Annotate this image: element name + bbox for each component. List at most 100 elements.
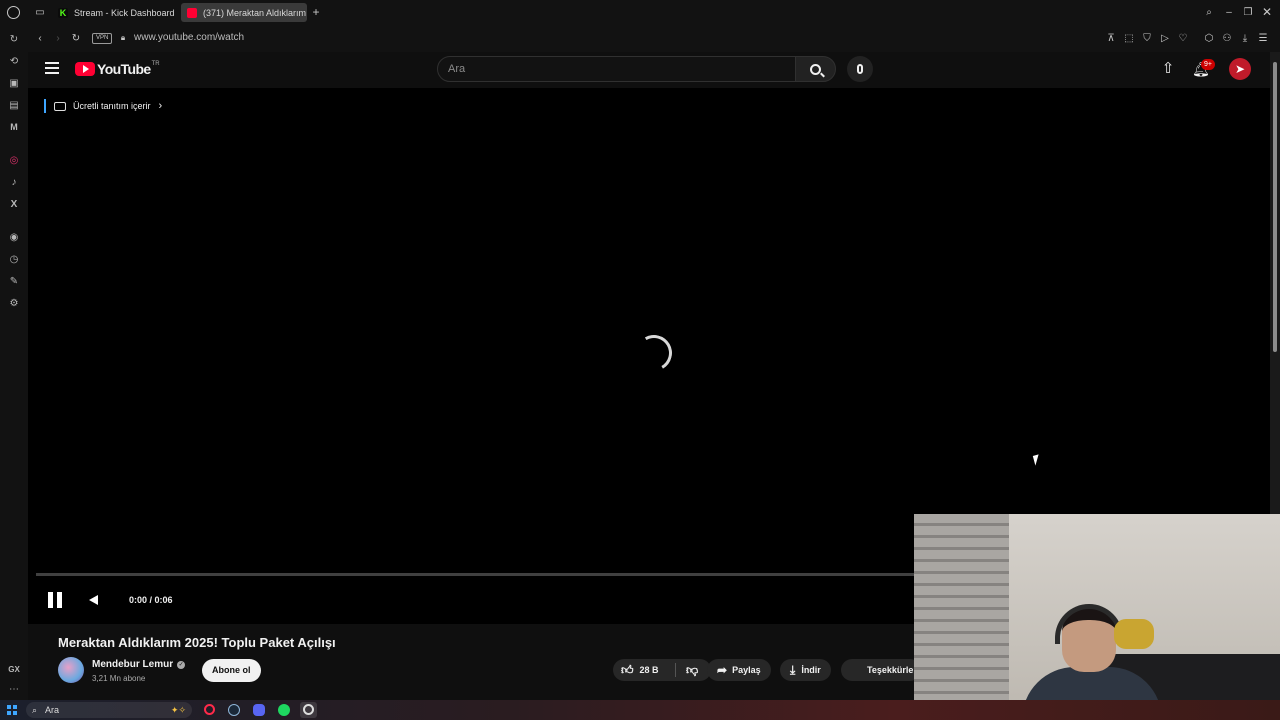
create-upload-icon[interactable]: ⇧	[1160, 61, 1176, 77]
news-icon[interactable]: ▤	[7, 98, 21, 112]
webcam-blinds	[914, 514, 1009, 720]
settings-gear-icon[interactable]: ⚙	[7, 296, 21, 310]
youtube-logo[interactable]: YouTube TR	[75, 61, 160, 77]
discord-taskbar-icon[interactable]	[253, 704, 265, 716]
tab-label: (371) Meraktan Aldıklarım	[203, 7, 307, 18]
download-label: İndir	[801, 665, 821, 675]
opera-gx-taskbar-icon[interactable]	[204, 704, 215, 715]
webcam-overlay	[914, 514, 1280, 720]
url-field[interactable]: www.youtube.com/watch	[134, 32, 244, 43]
share-label: Paylaş	[732, 665, 761, 675]
easy-setup-menu-icon[interactable]: ☰	[1257, 32, 1269, 44]
like-button[interactable]: 👍︎ 28 B	[613, 663, 675, 678]
player-bar-icon[interactable]: ▷	[1159, 32, 1171, 44]
time-display: 0:00 / 0:06	[129, 595, 173, 605]
channel-name-text: Mendebur Lemur	[92, 659, 174, 670]
heart-icon[interactable]: ♡	[1177, 32, 1189, 44]
search-icon	[810, 63, 825, 77]
taskbar-search-box[interactable]: ⌕ Ara ✦✧	[26, 702, 192, 718]
loading-spinner-icon	[631, 330, 677, 376]
dislike-button[interactable]: 👎︎	[676, 663, 698, 678]
youtube-region-code: TR	[151, 61, 160, 67]
minimize-icon[interactable]: –	[1223, 6, 1235, 18]
bookmark-pin-icon[interactable]: ⊼	[1105, 32, 1117, 44]
thumbs-up-icon: 👍︎	[621, 662, 634, 677]
thumbs-down-icon: 👎︎	[686, 662, 699, 677]
thanks-label: Teşekkürler	[867, 665, 917, 675]
copilot-sparkle-icon: ✦✧	[170, 704, 186, 715]
search-placeholder: Ara	[448, 63, 466, 75]
opera-logo-icon[interactable]	[7, 6, 20, 19]
youtube-logo-text: YouTube	[97, 61, 151, 77]
notification-count-badge: 9+	[1201, 59, 1215, 70]
mouse-cursor-icon	[1032, 454, 1042, 466]
scrollbar-thumb[interactable]	[1273, 62, 1277, 352]
download-icon[interactable]: ⤓	[1239, 32, 1251, 44]
reload-icon[interactable]: ↻	[70, 32, 82, 44]
download-button[interactable]: ⤓ İndir	[780, 659, 831, 681]
x-twitter-icon[interactable]: X	[7, 197, 21, 211]
tab-label: Stream - Kick Dashboard	[74, 7, 175, 18]
more-dots-icon[interactable]: ⋯	[7, 682, 21, 696]
spotify-taskbar-icon[interactable]	[278, 704, 290, 716]
forward-arrow-icon[interactable]: ›	[52, 32, 64, 44]
browser-tab-bar: ▭ K Stream - Kick Dashboard (371) Merakt…	[0, 0, 1280, 25]
shield-icon[interactable]: ⛉	[1141, 32, 1153, 44]
channel-name[interactable]: Mendebur Lemur ✓	[92, 659, 186, 670]
tab-workspace-icon[interactable]: ▭	[34, 6, 46, 18]
instagram-icon[interactable]: ◎	[7, 153, 21, 167]
taskbar-search-placeholder: Ara	[45, 705, 60, 715]
youtube-favicon-icon	[187, 7, 197, 18]
verified-check-icon: ✓	[177, 660, 186, 669]
volume-button[interactable]	[89, 593, 103, 607]
thanks-button[interactable]: Teşekkürler	[841, 659, 921, 681]
new-tab-plus-icon[interactable]: +	[310, 5, 322, 19]
steam-taskbar-icon[interactable]	[228, 704, 240, 716]
extensions-icon[interactable]: ✎	[7, 274, 21, 288]
paid-promotion-notice[interactable]: Ücretli tanıtım içerir ›	[44, 99, 162, 113]
gx-label[interactable]: GX	[7, 662, 21, 676]
like-count: 28 B	[639, 665, 659, 675]
obs-taskbar-icon[interactable]	[300, 702, 317, 718]
video-title: Meraktan Aldıklarım 2025! Toplu Paket Aç…	[58, 635, 336, 650]
microphone-icon	[857, 64, 863, 74]
tiktok-icon[interactable]: ♪	[7, 175, 21, 189]
share-button[interactable]: ➦ Paylaş	[707, 659, 771, 681]
subscribe-button[interactable]: Abone ol	[202, 659, 261, 682]
promo-box-icon	[54, 101, 66, 111]
browser-sidebar: ↻ ⟲ ▣ ▤ M ◎ ♪ X ◉ ◷ ✎ ⚙ GX ⋯	[0, 25, 28, 700]
channel-avatar[interactable]	[58, 657, 84, 683]
profile-icon[interactable]: ⚇	[1221, 32, 1233, 44]
voice-search-button[interactable]	[847, 56, 873, 82]
refresh-sync-icon[interactable]: ↻	[7, 32, 21, 46]
lock-icon[interactable]: 🔒︎	[117, 32, 129, 44]
restore-icon[interactable]: ❐	[1242, 6, 1254, 18]
tab-kick-dashboard[interactable]: K Stream - Kick Dashboard	[52, 3, 176, 22]
snapshot-icon[interactable]: ⬚	[1123, 32, 1135, 44]
pause-icon	[48, 592, 53, 608]
messenger-m-icon[interactable]: M	[7, 120, 21, 134]
tab-youtube-video[interactable]: (371) Meraktan Aldıklarım	[181, 3, 307, 22]
promo-label: Ücretli tanıtım içerir	[73, 101, 151, 111]
search-input[interactable]: Ara	[437, 56, 796, 82]
history-rewind-icon[interactable]: ⟲	[7, 54, 21, 68]
clock-history-icon[interactable]: ◷	[7, 252, 21, 266]
bag-icon[interactable]: ▣	[7, 76, 21, 90]
windows-start-icon[interactable]	[7, 705, 17, 715]
search-button[interactable]	[795, 56, 836, 82]
hamburger-menu-icon[interactable]	[45, 62, 59, 74]
account-avatar[interactable]: ➤	[1229, 58, 1251, 80]
vpn-badge[interactable]: VPN	[92, 33, 113, 44]
close-window-icon[interactable]: ✕	[1261, 5, 1273, 19]
player-icon[interactable]: ◉	[7, 230, 21, 244]
like-dislike-group: 👍︎ 28 B 👎︎	[613, 659, 711, 681]
download-arrow-icon: ⤓	[790, 662, 796, 677]
tab-search-icon[interactable]: ⌕	[1203, 6, 1215, 18]
pause-button[interactable]	[48, 592, 62, 608]
extensions-puzzle-icon[interactable]: ⬡	[1203, 32, 1215, 44]
taskbar-search-icon: ⌕	[32, 704, 38, 715]
youtube-play-logo-icon	[75, 62, 95, 76]
windows-taskbar: ⌕ Ara ✦✧	[0, 700, 1280, 720]
back-arrow-icon[interactable]: ‹	[34, 32, 46, 44]
chevron-right-icon: ›	[158, 100, 163, 112]
